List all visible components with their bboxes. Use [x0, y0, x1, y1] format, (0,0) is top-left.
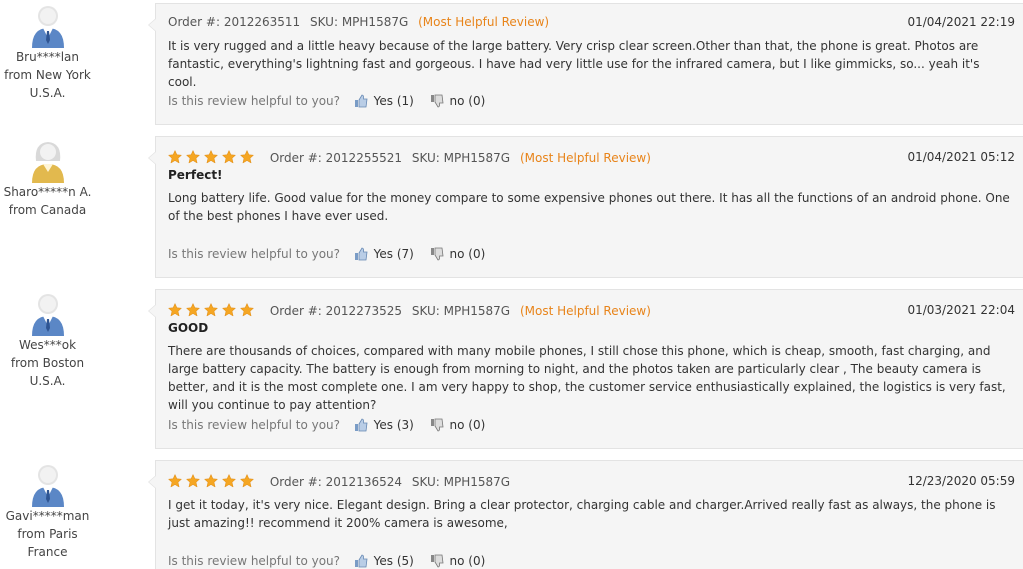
- helpful-row: Is this review helpful to you? Yes (7) n…: [168, 247, 485, 261]
- star-rating: [168, 150, 258, 167]
- helpful-yes-button[interactable]: Yes (7): [354, 247, 414, 261]
- helpful-no-button[interactable]: no (0): [430, 418, 486, 432]
- reviewer-location: from Paris: [17, 527, 78, 541]
- helpful-no-count: no (0): [449, 418, 486, 432]
- thumbs-down-icon: [430, 554, 444, 568]
- reviewer-name: Sharo*****n A.: [3, 185, 92, 199]
- reviewer-location: from Boston: [10, 356, 85, 370]
- review-meta: Order #: 2012136524 SKU: MPH1587G: [168, 474, 510, 491]
- star-icon: [240, 150, 254, 164]
- thumbs-down-icon: [430, 418, 444, 432]
- most-helpful-badge: (Most Helpful Review): [418, 15, 550, 29]
- star-icon: [222, 150, 236, 164]
- reviewer-info: Sharo*****n A. from Canada: [0, 139, 95, 219]
- review-date: 12/23/2020 05:59: [907, 474, 1015, 488]
- star-icon: [240, 474, 254, 488]
- reviewer-name: Wes***ok: [18, 338, 77, 352]
- helpful-prompt: Is this review helpful to you?: [168, 554, 341, 568]
- star-icon: [168, 303, 182, 317]
- helpful-no-count: no (0): [449, 94, 486, 108]
- reviewer-info: Bru****lan from New York U.S.A.: [0, 4, 95, 102]
- thumbs-down-icon: [430, 247, 444, 261]
- star-rating: [168, 474, 258, 491]
- helpful-prompt: Is this review helpful to you?: [168, 94, 341, 108]
- review-card: Order #: 2012273525 SKU: MPH1587G (Most …: [148, 289, 1023, 449]
- helpful-row: Is this review helpful to you? Yes (1) n…: [168, 94, 485, 108]
- reviewer-name: Gavi*****man: [5, 509, 90, 523]
- reviewer-country: U.S.A.: [29, 374, 66, 388]
- review-date: 01/04/2021 22:19: [907, 15, 1015, 29]
- helpful-no-button[interactable]: no (0): [430, 247, 486, 261]
- review-text: Long battery life. Good value for the mo…: [168, 191, 1010, 223]
- helpful-prompt: Is this review helpful to you?: [168, 418, 341, 432]
- male-user-avatar-icon: [31, 6, 64, 48]
- helpful-yes-button[interactable]: Yes (3): [354, 418, 414, 432]
- review-text: There are thousands of choices, compared…: [168, 344, 1006, 412]
- star-rating: [168, 303, 258, 320]
- star-icon: [168, 150, 182, 164]
- thumbs-up-icon: [354, 418, 368, 432]
- review-meta: Order #: 2012255521 SKU: MPH1587G (Most …: [168, 150, 651, 167]
- helpful-yes-count: Yes (1): [373, 94, 414, 108]
- sku-label: SKU: MPH1587G: [411, 475, 511, 489]
- reviewer-location: from New York: [4, 68, 91, 82]
- reviewer-country: France: [27, 545, 68, 559]
- thumbs-up-icon: [354, 247, 368, 261]
- star-icon: [168, 474, 182, 488]
- star-icon: [222, 303, 236, 317]
- helpful-yes-count: Yes (3): [373, 418, 414, 432]
- review-title: Perfect!: [168, 168, 223, 182]
- order-number: Order #: 2012273525: [269, 304, 403, 318]
- order-number: Order #: 2012263511: [168, 15, 301, 29]
- star-icon: [186, 303, 200, 317]
- helpful-row: Is this review helpful to you? Yes (3) n…: [168, 418, 485, 432]
- review-date: 01/03/2021 22:04: [907, 303, 1015, 317]
- order-number: Order #: 2012255521: [269, 151, 403, 165]
- thumbs-up-icon: [354, 94, 368, 108]
- sku-label: SKU: MPH1587G: [310, 15, 409, 29]
- male-user-avatar-icon: [31, 465, 64, 507]
- star-icon: [204, 303, 218, 317]
- review-date: 01/04/2021 05:12: [907, 150, 1015, 164]
- sku-label: SKU: MPH1587G: [411, 304, 511, 318]
- star-icon: [222, 474, 236, 488]
- helpful-no-count: no (0): [449, 554, 486, 568]
- most-helpful-badge: (Most Helpful Review): [519, 151, 651, 165]
- review-text: I get it today, it's very nice. Elegant …: [168, 498, 996, 530]
- review-meta: Order #: 2012263511 SKU: MPH1587G (Most …: [168, 15, 549, 29]
- reviewer-info: Gavi*****man from Paris France: [0, 463, 95, 561]
- review-text: It is very rugged and a little heavy bec…: [168, 39, 980, 89]
- helpful-no-button[interactable]: no (0): [430, 94, 486, 108]
- male-user-avatar-icon: [31, 294, 64, 336]
- thumbs-up-icon: [354, 554, 368, 568]
- helpful-yes-button[interactable]: Yes (5): [354, 554, 414, 568]
- review-meta: Order #: 2012273525 SKU: MPH1587G (Most …: [168, 303, 651, 320]
- reviewer-location: from Canada: [8, 203, 87, 217]
- star-icon: [240, 303, 254, 317]
- review-card: Order #: 2012136524 SKU: MPH1587G 12/23/…: [148, 460, 1023, 569]
- thumbs-down-icon: [430, 94, 444, 108]
- review-card: Order #: 2012263511 SKU: MPH1587G (Most …: [148, 3, 1023, 125]
- helpful-yes-count: Yes (7): [373, 247, 414, 261]
- helpful-no-button[interactable]: no (0): [430, 554, 486, 568]
- star-icon: [204, 474, 218, 488]
- order-number: Order #: 2012136524: [269, 475, 403, 489]
- helpful-yes-count: Yes (5): [373, 554, 414, 568]
- helpful-yes-button[interactable]: Yes (1): [354, 94, 414, 108]
- female-user-avatar-icon: [31, 142, 64, 183]
- star-icon: [186, 150, 200, 164]
- reviewer-name: Bru****lan: [15, 50, 80, 64]
- review-title: GOOD: [168, 321, 209, 335]
- star-icon: [186, 474, 200, 488]
- star-icon: [204, 150, 218, 164]
- review-card: Order #: 2012255521 SKU: MPH1587G (Most …: [148, 136, 1023, 278]
- reviewer-country: U.S.A.: [29, 86, 66, 100]
- reviewer-info: Wes***ok from Boston U.S.A.: [0, 292, 95, 390]
- helpful-prompt: Is this review helpful to you?: [168, 247, 341, 261]
- helpful-row: Is this review helpful to you? Yes (5) n…: [168, 554, 485, 568]
- helpful-no-count: no (0): [449, 247, 486, 261]
- sku-label: SKU: MPH1587G: [411, 151, 511, 165]
- most-helpful-badge: (Most Helpful Review): [519, 304, 651, 318]
